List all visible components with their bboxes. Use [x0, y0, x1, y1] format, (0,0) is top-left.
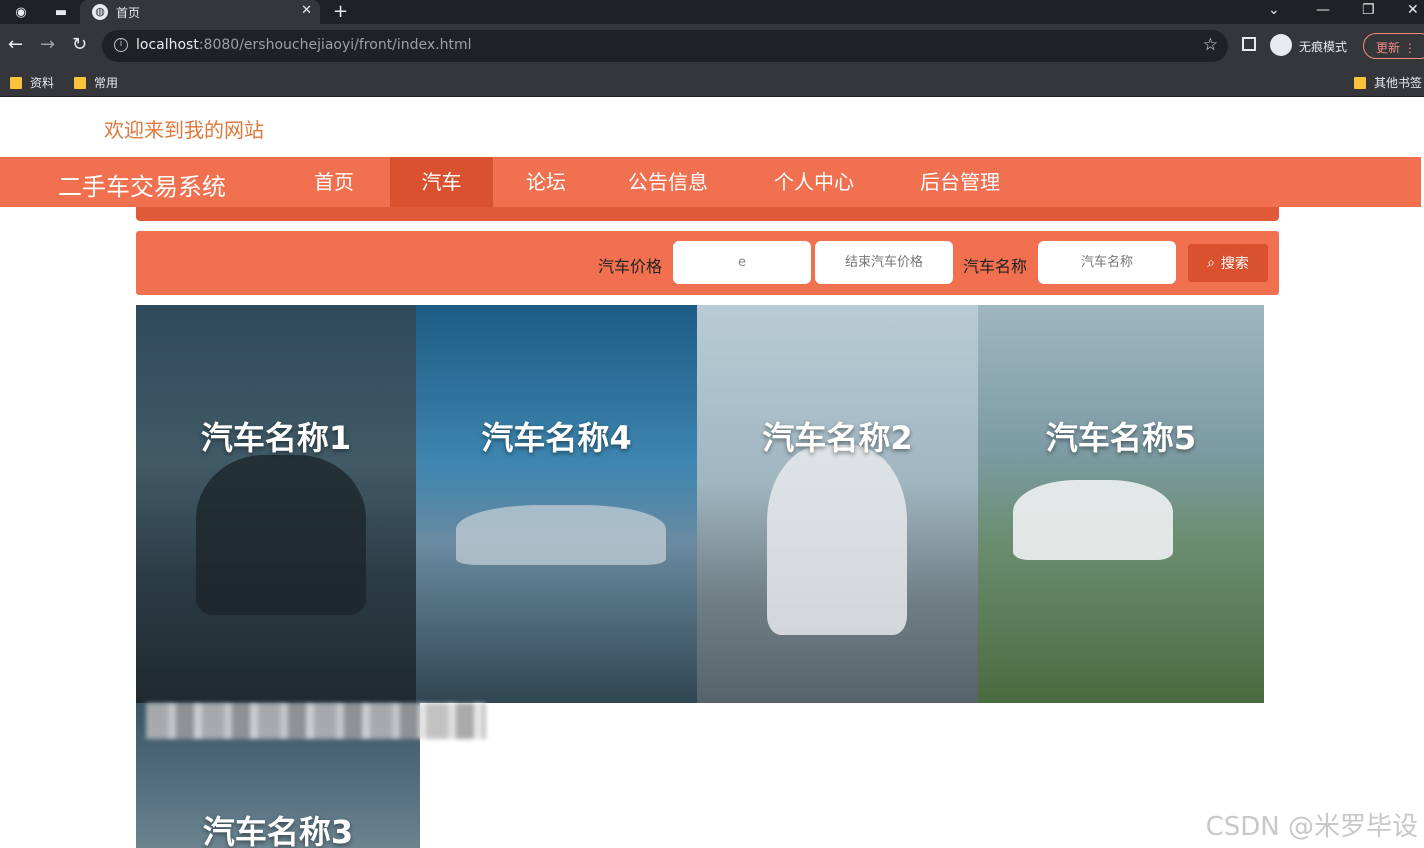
car-card-title: 汽车名称1	[200, 419, 352, 457]
car-card-1[interactable]: 汽车名称1	[136, 305, 416, 703]
forward-icon[interactable]: →	[40, 34, 55, 56]
restore-icon[interactable]: ❐	[1362, 2, 1375, 18]
bookmarks-bar: 资料 常用 其他书签	[0, 68, 1424, 97]
banner-strip	[136, 207, 1279, 221]
tab-search-icon[interactable]: ▬	[52, 3, 70, 21]
car-image	[456, 505, 666, 565]
car-card-title: 汽车名称2	[762, 419, 913, 457]
search-button[interactable]: ⌕ 搜索	[1188, 244, 1268, 282]
price-end-input[interactable]	[815, 241, 953, 284]
update-button[interactable]: 更新 ⋮	[1363, 33, 1424, 59]
nav-announcements[interactable]: 公告信息	[612, 157, 724, 207]
car-card-title: 汽车名称4	[481, 419, 632, 457]
search-button-label: 搜索	[1220, 256, 1249, 272]
car-card-2[interactable]: 汽车名称2	[697, 305, 978, 703]
nav-personal-center[interactable]: 个人中心	[758, 157, 870, 207]
url-path: :8080/ershouchejiaoyi/front/index.html	[198, 37, 472, 53]
car-card-title: 汽车名称5	[1045, 419, 1197, 457]
nav-admin[interactable]: 后台管理	[904, 157, 1016, 207]
bookmark-star-icon[interactable]: ☆	[1203, 35, 1218, 55]
car-card-5[interactable]: 汽车名称5	[978, 305, 1264, 703]
info-icon[interactable]: i	[114, 38, 128, 52]
car-image	[196, 455, 366, 615]
nav-forum[interactable]: 论坛	[496, 157, 596, 207]
bookmark-label: 其他书签	[1374, 76, 1423, 90]
tab-list-chevron-icon[interactable]: ⌄	[1268, 2, 1280, 18]
name-label: 汽车名称	[963, 257, 1028, 276]
browser-toolbar: ← → ↻ i localhost:8080/ershouchejiaoyi/f…	[0, 24, 1424, 68]
window-close-icon[interactable]: ✕	[1407, 2, 1419, 18]
search-panel: 汽车价格 汽车名称 ⌕ 搜索	[136, 231, 1279, 295]
bookmark-folder-1[interactable]: 资料	[10, 74, 54, 91]
url-host: localhost	[136, 37, 199, 53]
blurred-overlay	[146, 703, 486, 739]
nav-cars[interactable]: 汽车	[390, 157, 493, 207]
new-tab-plus-icon[interactable]: +	[333, 1, 348, 22]
price-start-input[interactable]	[673, 241, 811, 284]
minimize-icon[interactable]: —	[1316, 2, 1330, 18]
browser-menu-icon[interactable]: ◉	[12, 3, 30, 21]
other-bookmarks[interactable]: 其他书签	[1354, 74, 1422, 91]
car-card-4[interactable]: 汽车名称4	[416, 305, 697, 703]
bookmark-folder-2[interactable]: 常用	[74, 74, 118, 91]
reload-icon[interactable]: ↻	[72, 34, 87, 56]
tab-title: 首页	[116, 6, 141, 20]
back-icon[interactable]: ←	[8, 34, 23, 56]
folder-icon	[10, 76, 22, 89]
address-bar[interactable]: i localhost:8080/ershouchejiaoyi/front/i…	[102, 30, 1228, 62]
incognito-icon[interactable]	[1270, 34, 1292, 56]
site-brand[interactable]: 二手车交易系统	[58, 167, 226, 202]
bookmark-label: 常用	[94, 76, 119, 90]
side-panel-icon[interactable]	[1242, 37, 1256, 51]
bookmark-label: 资料	[30, 76, 55, 90]
search-icon: ⌕	[1207, 255, 1215, 271]
watermark: CSDN @米罗毕设	[1205, 812, 1418, 842]
welcome-text: 欢迎来到我的网站	[104, 118, 264, 142]
car-image	[1013, 480, 1173, 560]
close-icon[interactable]: ✕	[301, 3, 312, 18]
browser-tab-active[interactable]: ◍ 首页 ✕	[80, 0, 320, 24]
car-name-input[interactable]	[1038, 241, 1176, 284]
main-nav: 二手车交易系统 首页 汽车 论坛 公告信息 个人中心 后台管理	[0, 157, 1421, 207]
globe-icon: ◍	[92, 4, 108, 20]
car-card-title: 汽车名称3	[202, 813, 354, 848]
url-text[interactable]: localhost:8080/ershouchejiaoyi/front/ind…	[136, 37, 472, 53]
nav-home[interactable]: 首页	[284, 157, 384, 207]
folder-icon	[1354, 76, 1366, 89]
folder-icon	[74, 76, 86, 89]
price-label: 汽车价格	[598, 257, 663, 276]
car-image	[767, 445, 907, 635]
update-label: 更新	[1376, 41, 1401, 55]
browser-tab-strip: ◉ ▬ ◍ 首页 ✕ + ⌄ — ❐ ✕	[0, 0, 1424, 24]
incognito-label[interactable]: 无痕模式	[1299, 38, 1347, 55]
